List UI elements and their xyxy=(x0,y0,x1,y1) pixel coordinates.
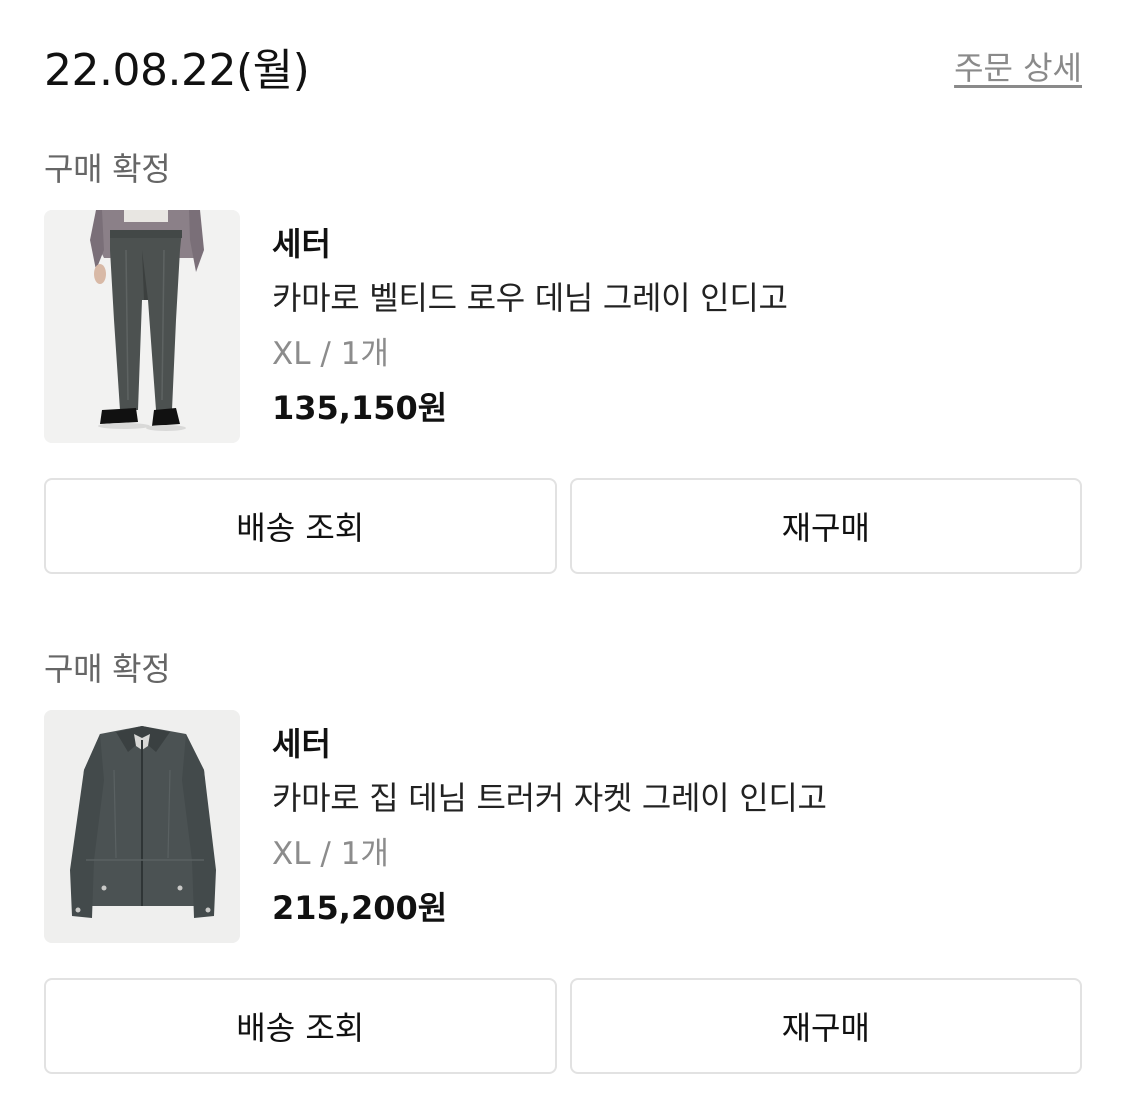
product-option: XL / 1개 xyxy=(272,336,389,372)
denim-pants-image xyxy=(44,210,240,443)
order-item: 구매 확정 xyxy=(44,644,1082,1074)
product-name[interactable]: 카마로 벨티드 로우 데님 그레이 인디고 xyxy=(272,276,1082,320)
product-price: 215,200원 xyxy=(272,889,448,927)
item-actions: 배송 조회 재구매 xyxy=(44,478,1082,574)
denim-jacket-image xyxy=(44,710,240,943)
brand-name: 세터 xyxy=(272,225,331,263)
order-date: 22.08.22(월) xyxy=(44,45,310,96)
product-thumbnail-pants[interactable] xyxy=(44,210,240,443)
product-info: 세터 카마로 집 데님 트러커 자켓 그레이 인디고 XL / 1개 215,2… xyxy=(272,722,1082,930)
purchase-status: 구매 확정 xyxy=(44,150,171,188)
product-name[interactable]: 카마로 집 데님 트러커 자켓 그레이 인디고 xyxy=(272,776,1082,820)
order-item: 구매 확정 xyxy=(44,144,1082,574)
product-info: 세터 카마로 벨티드 로우 데님 그레이 인디고 XL / 1개 135,150… xyxy=(272,222,1082,430)
order-detail-link[interactable]: 주문 상세 xyxy=(954,43,1082,89)
product-thumbnail-jacket[interactable] xyxy=(44,710,240,943)
product-price: 135,150원 xyxy=(272,389,448,427)
order-history-page: 22.08.22(월) 주문 상세 구매 확정 세터 카마로 벨티드 로우 데님… xyxy=(0,0,1125,1117)
item-actions: 배송 조회 재구매 xyxy=(44,978,1082,1074)
order-header: 22.08.22(월) 주문 상세 xyxy=(44,38,1082,96)
track-delivery-button[interactable]: 배송 조회 xyxy=(44,978,557,1074)
brand-name: 세터 xyxy=(272,725,331,763)
track-delivery-button[interactable]: 배송 조회 xyxy=(44,478,557,574)
reorder-button[interactable]: 재구매 xyxy=(569,478,1082,574)
purchase-status: 구매 확정 xyxy=(44,650,171,688)
product-option: XL / 1개 xyxy=(272,836,389,872)
reorder-button[interactable]: 재구매 xyxy=(569,978,1082,1074)
